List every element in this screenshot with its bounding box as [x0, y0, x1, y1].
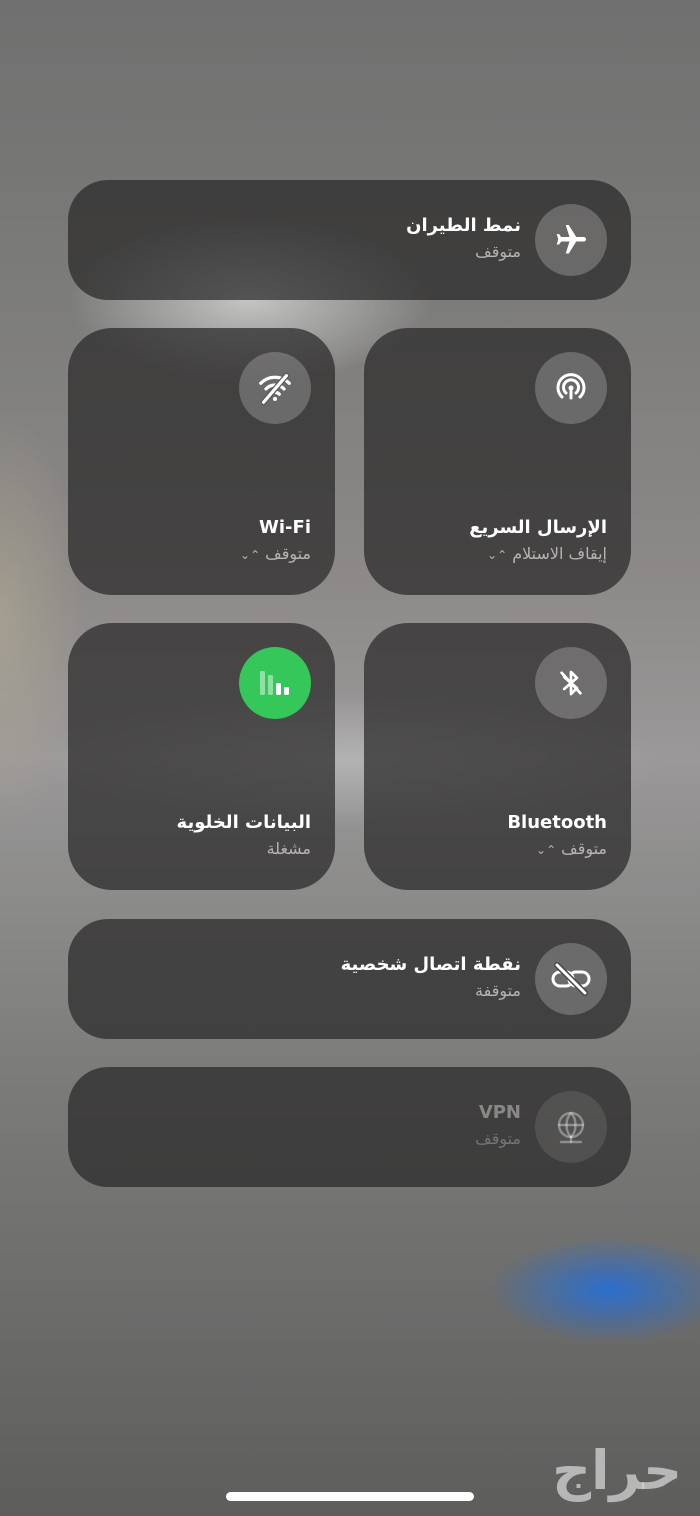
- airplane-mode-status: متوقف: [475, 242, 521, 261]
- bluetooth-off-icon: [535, 647, 607, 719]
- cellular-data-tile[interactable]: البيانات الخلوية مشغلة: [68, 623, 335, 890]
- chevron-up-down-icon: ⌃⌄: [536, 842, 557, 857]
- cellular-data-title: البيانات الخلوية: [176, 812, 311, 833]
- haraj-watermark: حراج: [552, 1439, 682, 1502]
- personal-hotspot-status: متوقفة: [475, 981, 521, 1000]
- airplane-mode-title: نمط الطيران: [406, 215, 521, 236]
- bluetooth-status: متوقف⌃⌄: [536, 839, 607, 858]
- bluetooth-title: Bluetooth: [507, 812, 607, 833]
- hotspot-off-icon: [535, 943, 607, 1015]
- vpn-title: VPN: [478, 1102, 521, 1123]
- airplane-icon: [535, 204, 607, 276]
- cellular-bars-icon: [239, 647, 311, 719]
- wifi-title: Wi-Fi: [259, 517, 311, 538]
- home-indicator[interactable]: [226, 1492, 474, 1501]
- bluetooth-tile[interactable]: Bluetooth متوقف⌃⌄: [364, 623, 631, 890]
- airplane-mode-toggle[interactable]: نمط الطيران متوقف: [68, 180, 631, 300]
- airdrop-tile[interactable]: الإرسال السريع إيقاف الاستلام⌃⌄: [364, 328, 631, 595]
- vpn-globe-icon: [535, 1091, 607, 1163]
- airdrop-icon: [535, 352, 607, 424]
- chevron-up-down-icon: ⌃⌄: [487, 547, 508, 562]
- airdrop-title: الإرسال السريع: [469, 517, 607, 538]
- wifi-status: متوقف⌃⌄: [240, 544, 311, 563]
- vpn-toggle[interactable]: VPN متوقف: [68, 1067, 631, 1187]
- vpn-status: متوقف: [475, 1129, 521, 1148]
- cellular-data-status: مشغلة: [266, 839, 311, 858]
- wifi-tile[interactable]: Wi-Fi متوقف⌃⌄: [68, 328, 335, 595]
- chevron-up-down-icon: ⌃⌄: [240, 547, 261, 562]
- wifi-off-icon: [239, 352, 311, 424]
- airdrop-status: إيقاف الاستلام⌃⌄: [487, 544, 607, 563]
- personal-hotspot-title: نقطة اتصال شخصية: [340, 954, 521, 975]
- personal-hotspot-toggle[interactable]: نقطة اتصال شخصية متوقفة: [68, 919, 631, 1039]
